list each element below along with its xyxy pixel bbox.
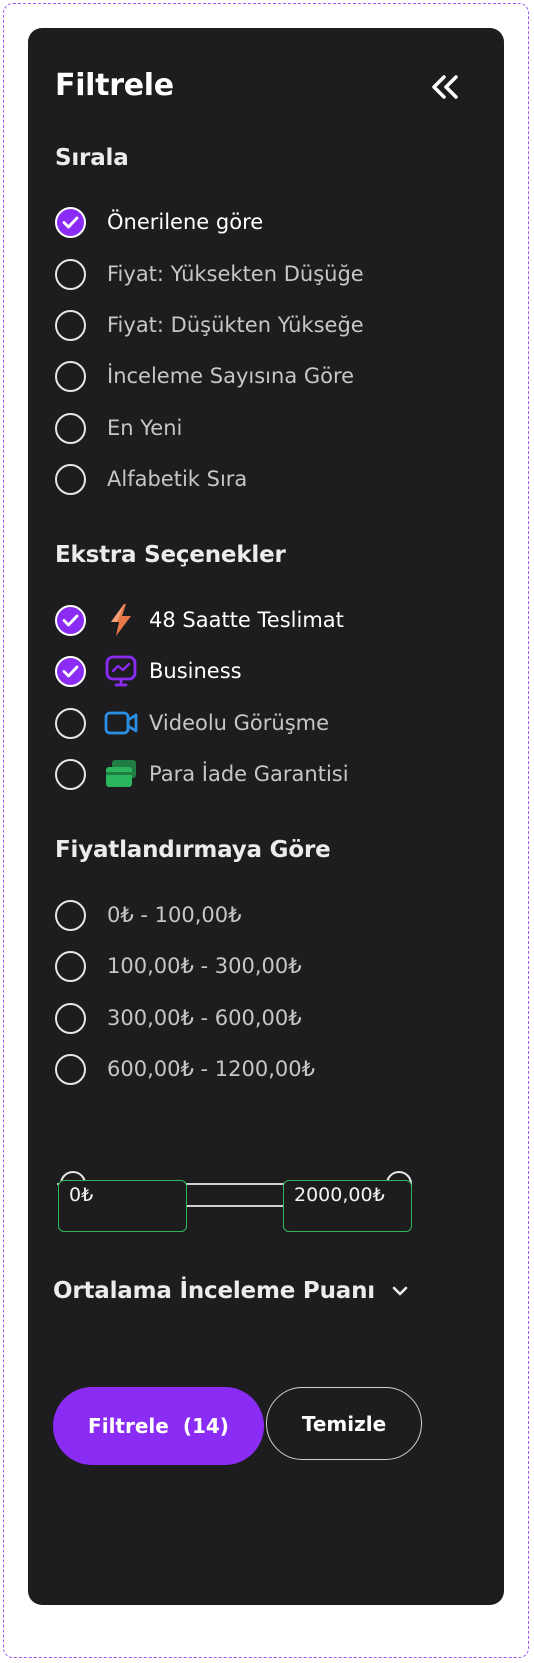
sort-option-newest[interactable]: En Yeni xyxy=(55,408,455,448)
extra-option-business[interactable]: Business xyxy=(55,651,455,691)
radio-icon[interactable] xyxy=(55,258,86,290)
extra-option-label: 48 Saatte Teslimat xyxy=(149,608,344,632)
price-min-input[interactable]: 0₺ xyxy=(58,1180,187,1232)
rating-accordion-title: Ortalama İnceleme Puanı xyxy=(53,1278,375,1304)
price-max-input[interactable]: 2000,00₺ xyxy=(283,1180,412,1232)
radio-icon[interactable] xyxy=(55,360,86,392)
video-camera-icon xyxy=(104,706,138,740)
sort-option-alphabetical[interactable]: Alfabetik Sıra xyxy=(55,459,455,499)
radio-icon[interactable] xyxy=(55,899,86,931)
clear-button[interactable]: Temizle xyxy=(266,1387,422,1460)
lightning-icon xyxy=(104,603,138,637)
price-option-label: 100,00₺ - 300,00₺ xyxy=(107,954,302,978)
sort-option-label: Fiyat: Yüksekten Düşüğe xyxy=(107,262,364,286)
sort-option-label: Alfabetik Sıra xyxy=(107,467,248,491)
check-icon[interactable] xyxy=(55,655,86,687)
price-option-label: 600,00₺ - 1200,00₺ xyxy=(107,1057,315,1081)
extra-option-label: Para İade Garantisi xyxy=(149,762,349,786)
money-card-icon xyxy=(104,757,138,791)
price-option-label: 0₺ - 100,00₺ xyxy=(107,903,242,927)
chevron-down-icon xyxy=(389,1280,411,1302)
radio-icon[interactable] xyxy=(55,412,86,444)
sort-option-label: Önerilene göre xyxy=(107,210,264,234)
price-range-connector xyxy=(187,1205,283,1207)
radio-icon[interactable] xyxy=(55,309,86,341)
extras-section-title: Ekstra Seçenekler xyxy=(55,542,286,568)
sort-option-recommended[interactable]: Önerilene göre xyxy=(55,202,455,242)
filter-panel: Filtrele Sırala Önerilene göre Fiyat: Yü… xyxy=(28,28,504,1605)
sort-option-label: En Yeni xyxy=(107,416,183,440)
rating-accordion[interactable]: Ortalama İnceleme Puanı xyxy=(53,1271,413,1311)
presentation-icon xyxy=(104,654,138,688)
double-chevron-left-icon[interactable] xyxy=(428,72,462,102)
extra-option-money-back[interactable]: Para İade Garantisi xyxy=(55,754,455,794)
sort-option-label: Fiyat: Düşükten Yükseğe xyxy=(107,313,364,337)
radio-icon[interactable] xyxy=(55,1002,86,1034)
sort-option-price-desc[interactable]: Fiyat: Yüksekten Düşüğe xyxy=(55,254,455,294)
extra-option-label: Business xyxy=(149,659,242,683)
radio-icon[interactable] xyxy=(55,950,86,982)
sort-option-review-count[interactable]: İnceleme Sayısına Göre xyxy=(55,356,455,396)
price-option-0-100[interactable]: 0₺ - 100,00₺ xyxy=(55,895,455,935)
result-count: (14) xyxy=(182,1414,229,1438)
extra-option-video-call[interactable]: Videolu Görüşme xyxy=(55,703,455,743)
apply-filter-label: Filtrele xyxy=(88,1414,169,1438)
sort-option-label: İnceleme Sayısına Göre xyxy=(107,364,355,388)
panel-title: Filtrele xyxy=(55,68,174,103)
sort-option-price-asc[interactable]: Fiyat: Düşükten Yükseğe xyxy=(55,305,455,345)
apply-filter-button[interactable]: Filtrele (14) xyxy=(53,1387,264,1465)
price-option-label: 300,00₺ - 600,00₺ xyxy=(107,1006,302,1030)
check-icon[interactable] xyxy=(55,604,86,636)
radio-icon[interactable] xyxy=(55,1053,86,1085)
price-option-300-600[interactable]: 300,00₺ - 600,00₺ xyxy=(55,998,455,1038)
price-option-600-1200[interactable]: 600,00₺ - 1200,00₺ xyxy=(55,1049,455,1089)
sort-section-title: Sırala xyxy=(55,145,129,171)
radio-icon[interactable] xyxy=(55,758,86,790)
check-icon[interactable] xyxy=(55,206,86,238)
extra-option-label: Videolu Görüşme xyxy=(149,711,330,735)
pricing-section-title: Fiyatlandırmaya Göre xyxy=(55,837,331,863)
price-option-100-300[interactable]: 100,00₺ - 300,00₺ xyxy=(55,946,455,986)
radio-icon[interactable] xyxy=(55,463,86,495)
radio-icon[interactable] xyxy=(55,707,86,739)
extra-option-48h-delivery[interactable]: 48 Saatte Teslimat xyxy=(55,600,455,640)
